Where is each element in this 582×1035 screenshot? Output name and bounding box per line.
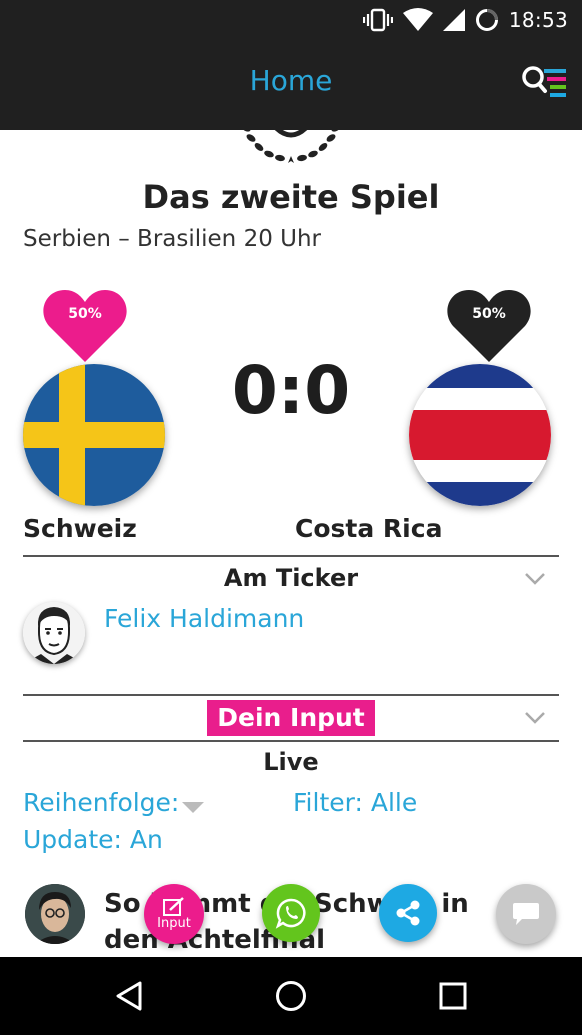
update-toggle[interactable]: Update: An — [23, 825, 163, 854]
author-portrait-icon — [23, 602, 85, 664]
vote-away-label: 50% — [472, 306, 506, 322]
live-title: Live — [263, 748, 319, 776]
share-button[interactable] — [379, 884, 437, 942]
author-name-link[interactable]: Felix Haldimann — [104, 604, 304, 633]
sort-order-control[interactable]: Reihenfolge: — [23, 788, 205, 817]
chat-bubble-icon — [513, 903, 539, 925]
signal-icon — [442, 9, 465, 31]
wifi-icon — [402, 8, 433, 31]
main-content[interactable]: Das zweite Spiel Serbien – Brasilien 20 … — [0, 130, 582, 957]
post-avatar — [25, 884, 85, 944]
sort-order-label: Reihenfolge: — [23, 788, 180, 817]
game-title: Das zweite Spiel — [142, 178, 440, 216]
divider — [23, 555, 559, 557]
author-avatar[interactable] — [23, 602, 85, 664]
status-time: 18:53 — [508, 8, 568, 32]
recent-apps-icon[interactable] — [439, 982, 467, 1010]
whatsapp-share-button[interactable] — [262, 884, 320, 942]
app-bar: Home — [0, 40, 582, 130]
team-away-name: Costa Rica — [295, 514, 443, 543]
dein-input-button[interactable]: Dein Input — [207, 700, 375, 736]
filter-control[interactable]: Filter: Alle — [293, 788, 417, 817]
divider — [23, 740, 559, 742]
app-title: Home — [249, 64, 333, 97]
input-fab-label: Input — [157, 916, 191, 931]
input-fab[interactable]: Input — [144, 884, 204, 944]
match-score: 0:0 — [231, 352, 351, 429]
chat-button[interactable] — [496, 884, 556, 944]
sort-arrow-icon — [182, 802, 205, 813]
back-icon[interactable] — [114, 981, 144, 1011]
ticker-title: Am Ticker — [223, 564, 359, 592]
vibrate-icon — [362, 8, 393, 32]
post-author-icon — [25, 884, 85, 944]
home-icon[interactable] — [275, 980, 307, 1012]
chevron-down-icon[interactable] — [524, 711, 546, 725]
search-menu-icon[interactable] — [520, 64, 570, 104]
crest-icon — [241, 130, 341, 163]
chevron-down-icon[interactable] — [524, 572, 546, 586]
divider — [23, 694, 559, 696]
status-bar: 18:53 — [0, 0, 582, 40]
share-icon — [396, 900, 420, 926]
whatsapp-icon — [275, 898, 306, 929]
system-nav-bar — [0, 957, 582, 1035]
team-home-name: Schweiz — [23, 514, 137, 543]
status-icons: 18:53 — [362, 6, 568, 34]
edit-icon — [163, 897, 184, 916]
vote-home-label: 50% — [68, 306, 102, 322]
game-subtitle: Serbien – Brasilien 20 Uhr — [23, 226, 322, 252]
battery-icon — [475, 9, 498, 31]
